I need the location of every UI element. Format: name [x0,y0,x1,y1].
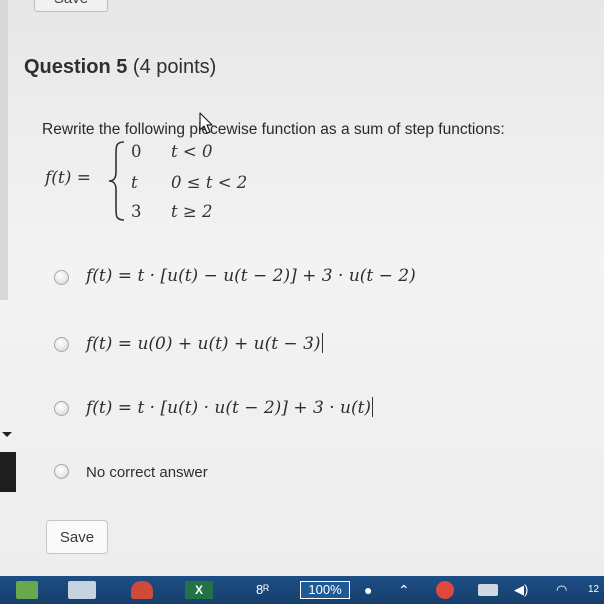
piece-condition: t < 0 [171,142,213,161]
text-cursor [372,397,374,417]
chrome-icon[interactable] [436,581,454,599]
left-edge-panel [0,452,16,492]
pin-icon[interactable]: ● [364,581,378,599]
people-icon[interactable]: 8ᴿ [256,581,276,599]
text-cursor [321,333,323,353]
battery-icon[interactable] [478,584,498,596]
question-prompt: Rewrite the following piecewise function… [42,121,505,138]
answer-option-label[interactable]: f(t) = u(0) + u(t) + u(t − 3) [86,333,323,354]
answer-option-label[interactable]: f(t) = t · [u(t) − u(t − 2)] + 3 · u(t −… [86,266,416,286]
radio-button[interactable] [54,270,69,285]
excel-icon[interactable]: X [185,581,213,599]
save-button[interactable]: Save [46,520,108,554]
radio-button[interactable] [54,337,69,352]
left-edge-strip [0,0,8,300]
radio-button[interactable] [54,401,69,416]
question-title: Question 5 (4 points) [24,56,216,79]
radio-button[interactable] [54,464,69,479]
clock[interactable]: 12 [588,581,604,599]
quiz-page: Save Question 5 (4 points) Rewrite the f… [0,0,604,576]
piece-condition: 0 ≤ t < 2 [171,173,248,192]
piece-value: 0 [131,142,142,161]
question-number: Question 5 [24,56,128,78]
function-lhs: f(t) = [45,168,92,188]
answer-option-2[interactable]: f(t) = u(0) + u(t) + u(t − 3) [54,333,554,361]
answer-option-label[interactable]: No correct answer [86,464,208,481]
taskbar: X 8ᴿ 100% ● ⌃ ◀) ◠ 12 [0,576,604,604]
answer-option-label[interactable]: f(t) = t · [u(t) · u(t − 2)] + 3 · u(t) [86,397,374,418]
chevron-up-icon[interactable]: ⌃ [398,581,412,599]
zoom-indicator[interactable]: 100% [300,581,350,599]
top-save-button[interactable]: Save [34,0,108,12]
piecewise-brace [108,141,125,221]
answer-option-3[interactable]: f(t) = t · [u(t) · u(t − 2)] + 3 · u(t) [54,397,554,425]
piece-condition: t ≥ 2 [171,202,213,221]
piece-value: 3 [131,202,142,221]
audio-app-icon[interactable] [68,581,96,599]
cloud-app-icon[interactable] [131,581,153,599]
answer-option-1[interactable]: f(t) = t · [u(t) − u(t − 2)] + 3 · u(t −… [54,266,554,294]
volume-icon[interactable]: ◀) [514,581,532,599]
question-points: (4 points) [132,56,217,78]
collapse-caret-icon[interactable] [2,432,12,437]
mouse-pointer-icon [199,112,213,134]
piece-value: t [131,173,138,192]
wifi-icon[interactable]: ◠ [556,581,574,599]
app-icon[interactable] [16,581,38,599]
answer-option-4[interactable]: No correct answer [54,460,554,488]
